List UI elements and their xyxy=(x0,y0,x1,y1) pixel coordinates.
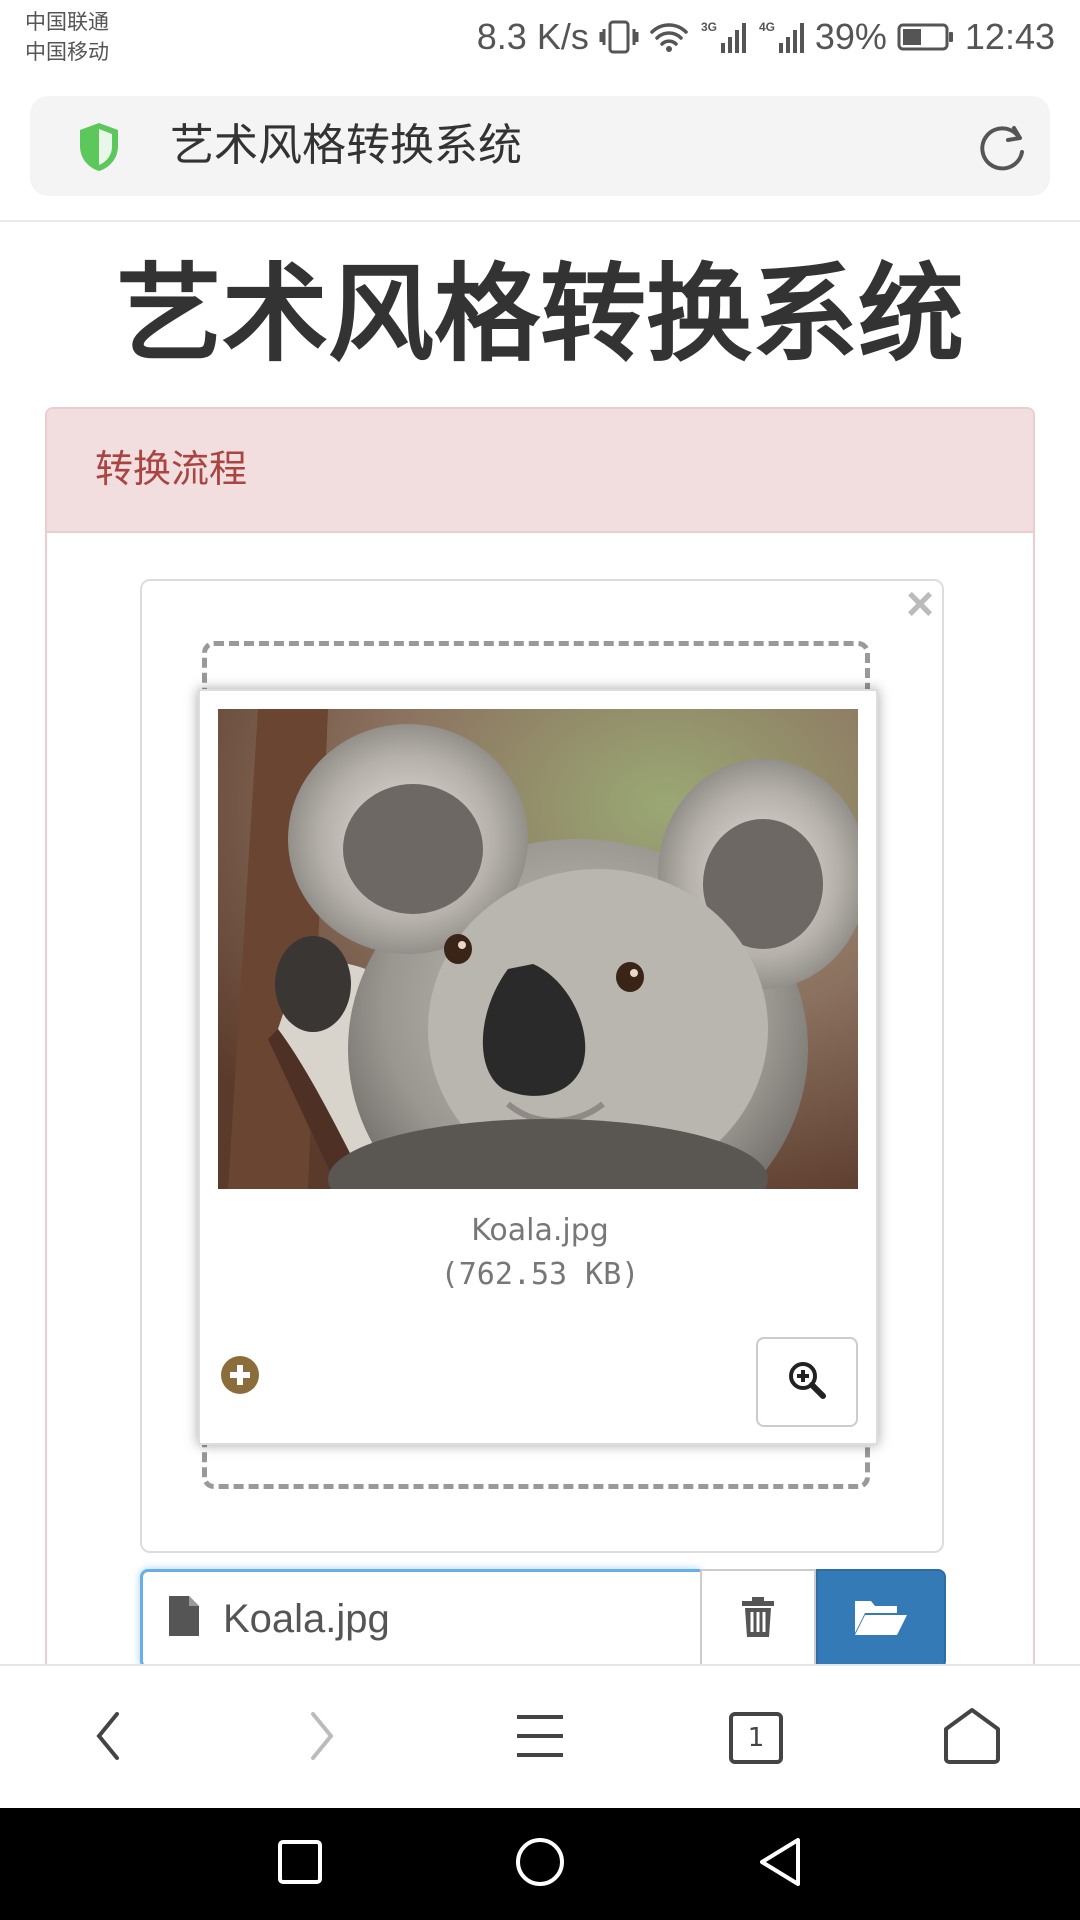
back-button[interactable] xyxy=(48,1666,168,1810)
remove-button[interactable] xyxy=(700,1569,816,1669)
preview-file-size: (762.53 KB) xyxy=(440,1257,640,1292)
clock: 12:43 xyxy=(964,16,1055,57)
browser-toolbar: 1 xyxy=(0,1664,1080,1808)
file-preview-box: × Koala.jpg (762.53 KB) xyxy=(140,578,944,1553)
address-bar[interactable]: 艺术风格转换系统 xyxy=(30,96,1050,196)
file-icon xyxy=(167,1594,201,1643)
shield-icon xyxy=(76,120,122,179)
status-indicators: 8.3 K/s 3G 4G 39% 12:43 xyxy=(477,14,1055,60)
browse-button[interactable] xyxy=(816,1569,946,1669)
tab-count-icon: 1 xyxy=(729,1712,783,1764)
tabs-button[interactable]: 1 xyxy=(696,1666,816,1810)
home-nav-button[interactable] xyxy=(480,1808,600,1920)
wifi-icon xyxy=(649,20,689,54)
svg-text:3G: 3G xyxy=(701,20,717,34)
file-caption-name: Koala.jpg xyxy=(223,1597,390,1641)
chevron-left-icon xyxy=(93,1711,123,1766)
zoom-in-icon xyxy=(787,1360,827,1405)
menu-icon xyxy=(515,1713,565,1764)
signal-3g-icon: 3G xyxy=(699,19,747,55)
file-input-group: Koala.jpg xyxy=(140,1569,946,1669)
reload-icon[interactable] xyxy=(974,122,1030,179)
file-caption-input[interactable]: Koala.jpg xyxy=(140,1569,700,1669)
vibrate-icon xyxy=(599,19,639,55)
folder-open-icon xyxy=(853,1595,909,1644)
address-title[interactable]: 艺术风格转换系统 xyxy=(170,96,522,196)
recents-button[interactable] xyxy=(240,1808,360,1920)
carrier-1: 中国联通 xyxy=(25,10,109,34)
square-icon xyxy=(277,1839,323,1890)
panel-heading: 转换流程 xyxy=(47,409,1033,533)
panel-heading-text: 转换流程 xyxy=(95,447,248,491)
forward-button[interactable] xyxy=(262,1666,382,1810)
svg-text:4G: 4G xyxy=(759,20,775,34)
chevron-right-icon xyxy=(307,1711,337,1766)
menu-button[interactable] xyxy=(480,1666,600,1810)
battery-icon xyxy=(897,22,955,52)
preview-file-name: Koala.jpg xyxy=(471,1213,609,1248)
trash-icon xyxy=(740,1595,776,1644)
close-icon[interactable]: × xyxy=(906,575,934,635)
android-nav-bar xyxy=(0,1808,1080,1920)
status-bar: 中国联通 中国移动 8.3 K/s 3G 4G 39% 12:43 xyxy=(0,0,1080,76)
page-title: 艺术风格转换系统 xyxy=(116,253,964,376)
battery-percent: 39% xyxy=(814,16,887,57)
koala-image xyxy=(218,709,858,1189)
plus-circle-icon[interactable] xyxy=(220,1355,260,1400)
zoom-button[interactable] xyxy=(756,1337,858,1427)
home-icon xyxy=(942,1707,1002,1770)
carrier-2: 中国移动 xyxy=(25,40,109,64)
divider xyxy=(0,220,1080,222)
circle-icon xyxy=(514,1836,566,1893)
back-nav-button[interactable] xyxy=(720,1808,840,1920)
home-button[interactable] xyxy=(912,1666,1032,1810)
net-speed: 8.3 K/s xyxy=(476,16,589,57)
signal-4g-icon: 4G xyxy=(757,19,805,55)
triangle-back-icon xyxy=(756,1836,804,1893)
file-thumbnail-card: Koala.jpg (762.53 KB) xyxy=(198,689,878,1445)
tab-count: 1 xyxy=(747,1723,765,1753)
conversion-panel: 转换流程 × Koala.jpg (762.53 KB) Koala.jpg xyxy=(45,407,1035,1707)
